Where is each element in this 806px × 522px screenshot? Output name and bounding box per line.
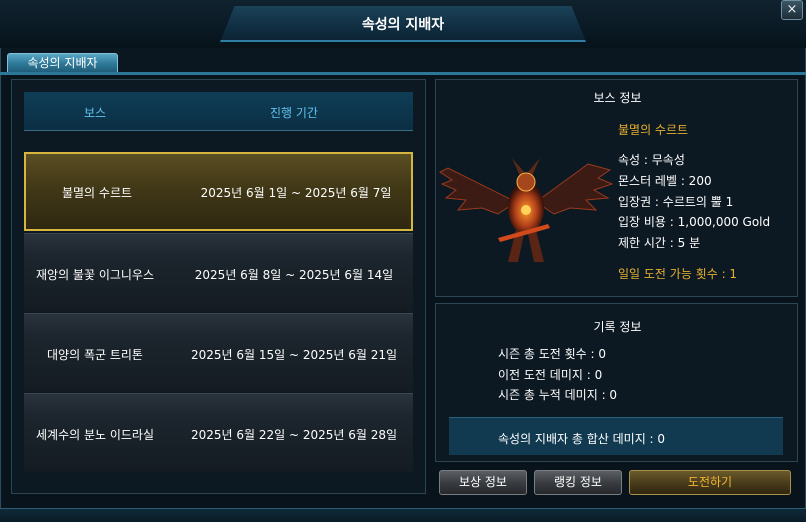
ranking-info-button[interactable]: 랭킹 정보 [534, 470, 622, 495]
header-period: 진행 기간 [270, 106, 318, 120]
boss-stat-cost: 입장 비용 : 1,000,000 Gold [618, 215, 771, 229]
challenge-button[interactable]: 도전하기 [629, 470, 791, 495]
boss-row-period: 2025년 6월 8일 ~ 2025년 6월 14일 [194, 268, 394, 282]
record-season-total-damage: 시즌 총 누적 데미지 : 0 [498, 388, 618, 402]
boss-row-period: 2025년 6월 22일 ~ 2025년 6월 28일 [190, 428, 398, 442]
boss-row-period: 2025년 6월 1일 ~ 2025년 6월 7일 [200, 186, 392, 200]
boss-stat-ticket: 입장권 : 수르트의 뿔 1 [618, 195, 734, 209]
daily-attempts: 일일 도전 가능 횟수 : 1 [618, 267, 738, 281]
boss-row[interactable]: 대양의 폭군 트리톤 2025년 6월 15일 ~ 2025년 6월 21일 [24, 313, 413, 392]
boss-row-selected[interactable]: 불멸의 수르트 2025년 6월 1일 ~ 2025년 6월 7일 [24, 152, 413, 231]
boss-row-name: 대양의 폭군 트리톤 [47, 348, 143, 362]
record-season-attempts: 시즌 총 도전 횟수 : 0 [498, 347, 607, 361]
boss-stat-attribute: 속성 : 무속성 [618, 153, 685, 167]
boss-row-name: 세계수의 분노 이드라실 [35, 428, 155, 442]
boss-portrait [439, 158, 614, 262]
header-boss: 보스 [83, 106, 107, 120]
boss-info-title: 보스 정보 [593, 91, 642, 105]
boss-row[interactable]: 재앙의 불꽃 이그니우스 2025년 6월 8일 ~ 2025년 6월 14일 [24, 233, 413, 312]
bottom-frame [0, 508, 806, 522]
window-title: 속성의 지배자 [361, 17, 445, 33]
boss-stat-time-limit: 제한 시간 : 5 분 [618, 236, 701, 250]
boss-row-period: 2025년 6월 15일 ~ 2025년 6월 21일 [190, 348, 398, 362]
close-button[interactable]: × [781, 0, 803, 20]
tab-element-ruler[interactable]: 속성의 지배자 [7, 53, 118, 73]
total-damage-text: 속성의 지배자 총 합산 데미지 : 0 [498, 432, 666, 446]
reward-info-button[interactable]: 보상 정보 [439, 470, 527, 495]
boss-row[interactable]: 세계수의 분노 이드라실 2025년 6월 22일 ~ 2025년 6월 28일 [24, 393, 413, 472]
boss-stat-level: 몬스터 레벨 : 200 [618, 174, 712, 188]
record-previous-damage: 이전 도전 데미지 : 0 [498, 368, 603, 382]
record-info-title: 기록 정보 [593, 320, 642, 334]
boss-name: 불멸의 수르트 [618, 123, 689, 137]
boss-row-name: 재앙의 불꽃 이그니우스 [35, 268, 155, 282]
boss-row-name: 불멸의 수르트 [61, 186, 133, 200]
